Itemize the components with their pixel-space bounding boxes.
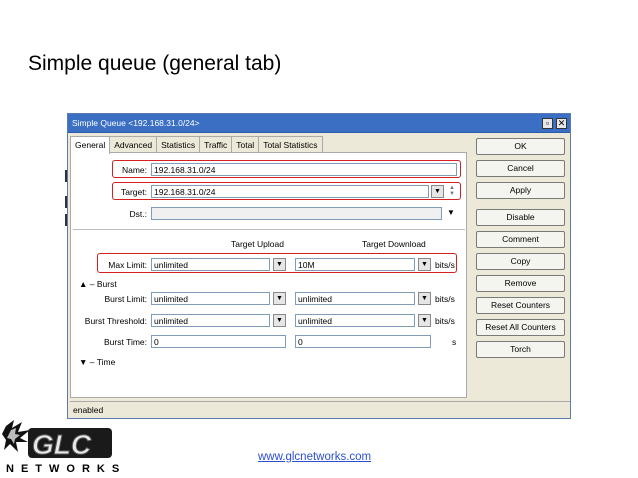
burst-threshold-unit: bits/s [435,316,455,326]
burst-limit-download-dropdown-icon[interactable]: ▼ [418,292,431,305]
slide-title: Simple queue (general tab) [28,52,282,75]
apply-button[interactable]: Apply [476,182,565,199]
burst-threshold-download-dropdown-icon[interactable]: ▼ [418,314,431,327]
burst-time-label: Burst Time: [104,337,147,347]
highlight-box [112,182,461,200]
expand-icon: ▼ – [79,357,95,367]
maximize-icon[interactable]: ▫ [542,118,553,129]
tab-advanced[interactable]: Advanced [109,136,158,153]
burst-limit-download-field[interactable]: unlimited [295,292,415,305]
website-link[interactable]: www.glcnetworks.com [258,451,371,463]
highlight-box [112,160,461,178]
comment-button[interactable]: Comment [476,231,565,248]
collapse-icon: ▲ – [79,279,95,289]
burst-time-unit: s [452,337,457,347]
copy-button[interactable]: Copy [476,253,565,270]
burst-threshold-upload-dropdown-icon[interactable]: ▼ [273,314,286,327]
upload-header: Target Upload [231,239,284,249]
reset-counters-button[interactable]: Reset Counters [476,297,565,314]
general-panel: Name: 192.168.31.0/24 Target: 192.168.31… [70,152,467,398]
burst-section-label: Burst [96,279,117,289]
tab-total-statistics[interactable]: Total Statistics [258,136,323,153]
svg-text:GLC: GLC [32,429,92,460]
tab-total[interactable]: Total [231,136,260,153]
burst-limit-upload-field[interactable]: unlimited [151,292,270,305]
dst-field[interactable] [151,207,442,220]
burst-limit-label: Burst Limit: [104,294,147,304]
logo-text: NETWORKS [6,463,127,475]
burst-threshold-upload-field[interactable]: unlimited [151,314,270,327]
window-titlebar[interactable]: Simple Queue <192.168.31.0/24> ▫ ✕ [68,114,570,133]
remove-button[interactable]: Remove [476,275,565,292]
dst-label: Dst.: [129,209,147,219]
burst-threshold-label: Burst Threshold: [84,316,147,326]
burst-limit-upload-dropdown-icon[interactable]: ▼ [273,292,286,305]
tab-bar: General Advanced Statistics Traffic Tota… [70,136,323,154]
burst-time-upload-field[interactable]: 0 [151,335,286,348]
burst-time-download-field[interactable]: 0 [295,335,431,348]
status-bar: enabled [70,401,570,417]
download-header: Target Download [362,239,426,249]
disable-button[interactable]: Disable [476,209,565,226]
cancel-button[interactable]: Cancel [476,160,565,177]
burst-section-toggle[interactable]: ▲ – Burst [79,279,117,289]
tab-statistics[interactable]: Statistics [156,136,201,153]
highlight-box [97,253,457,273]
simple-queue-window: Simple Queue <192.168.31.0/24> ▫ ✕ Gener… [67,113,571,419]
window-title: Simple Queue <192.168.31.0/24> [72,118,200,128]
burst-threshold-download-field[interactable]: unlimited [295,314,415,327]
tab-traffic[interactable]: Traffic [199,136,233,153]
separator [73,229,465,230]
dst-dropdown-icon[interactable]: ▼ [447,208,455,217]
close-icon[interactable]: ✕ [556,118,567,129]
reset-all-counters-button[interactable]: Reset All Counters [476,319,565,336]
time-section-label: Time [96,357,116,367]
tab-general[interactable]: General [70,136,111,154]
ok-button[interactable]: OK [476,138,565,155]
time-section-toggle[interactable]: ▼ – Time [79,357,115,367]
torch-button[interactable]: Torch [476,341,565,358]
burst-limit-unit: bits/s [435,294,455,304]
